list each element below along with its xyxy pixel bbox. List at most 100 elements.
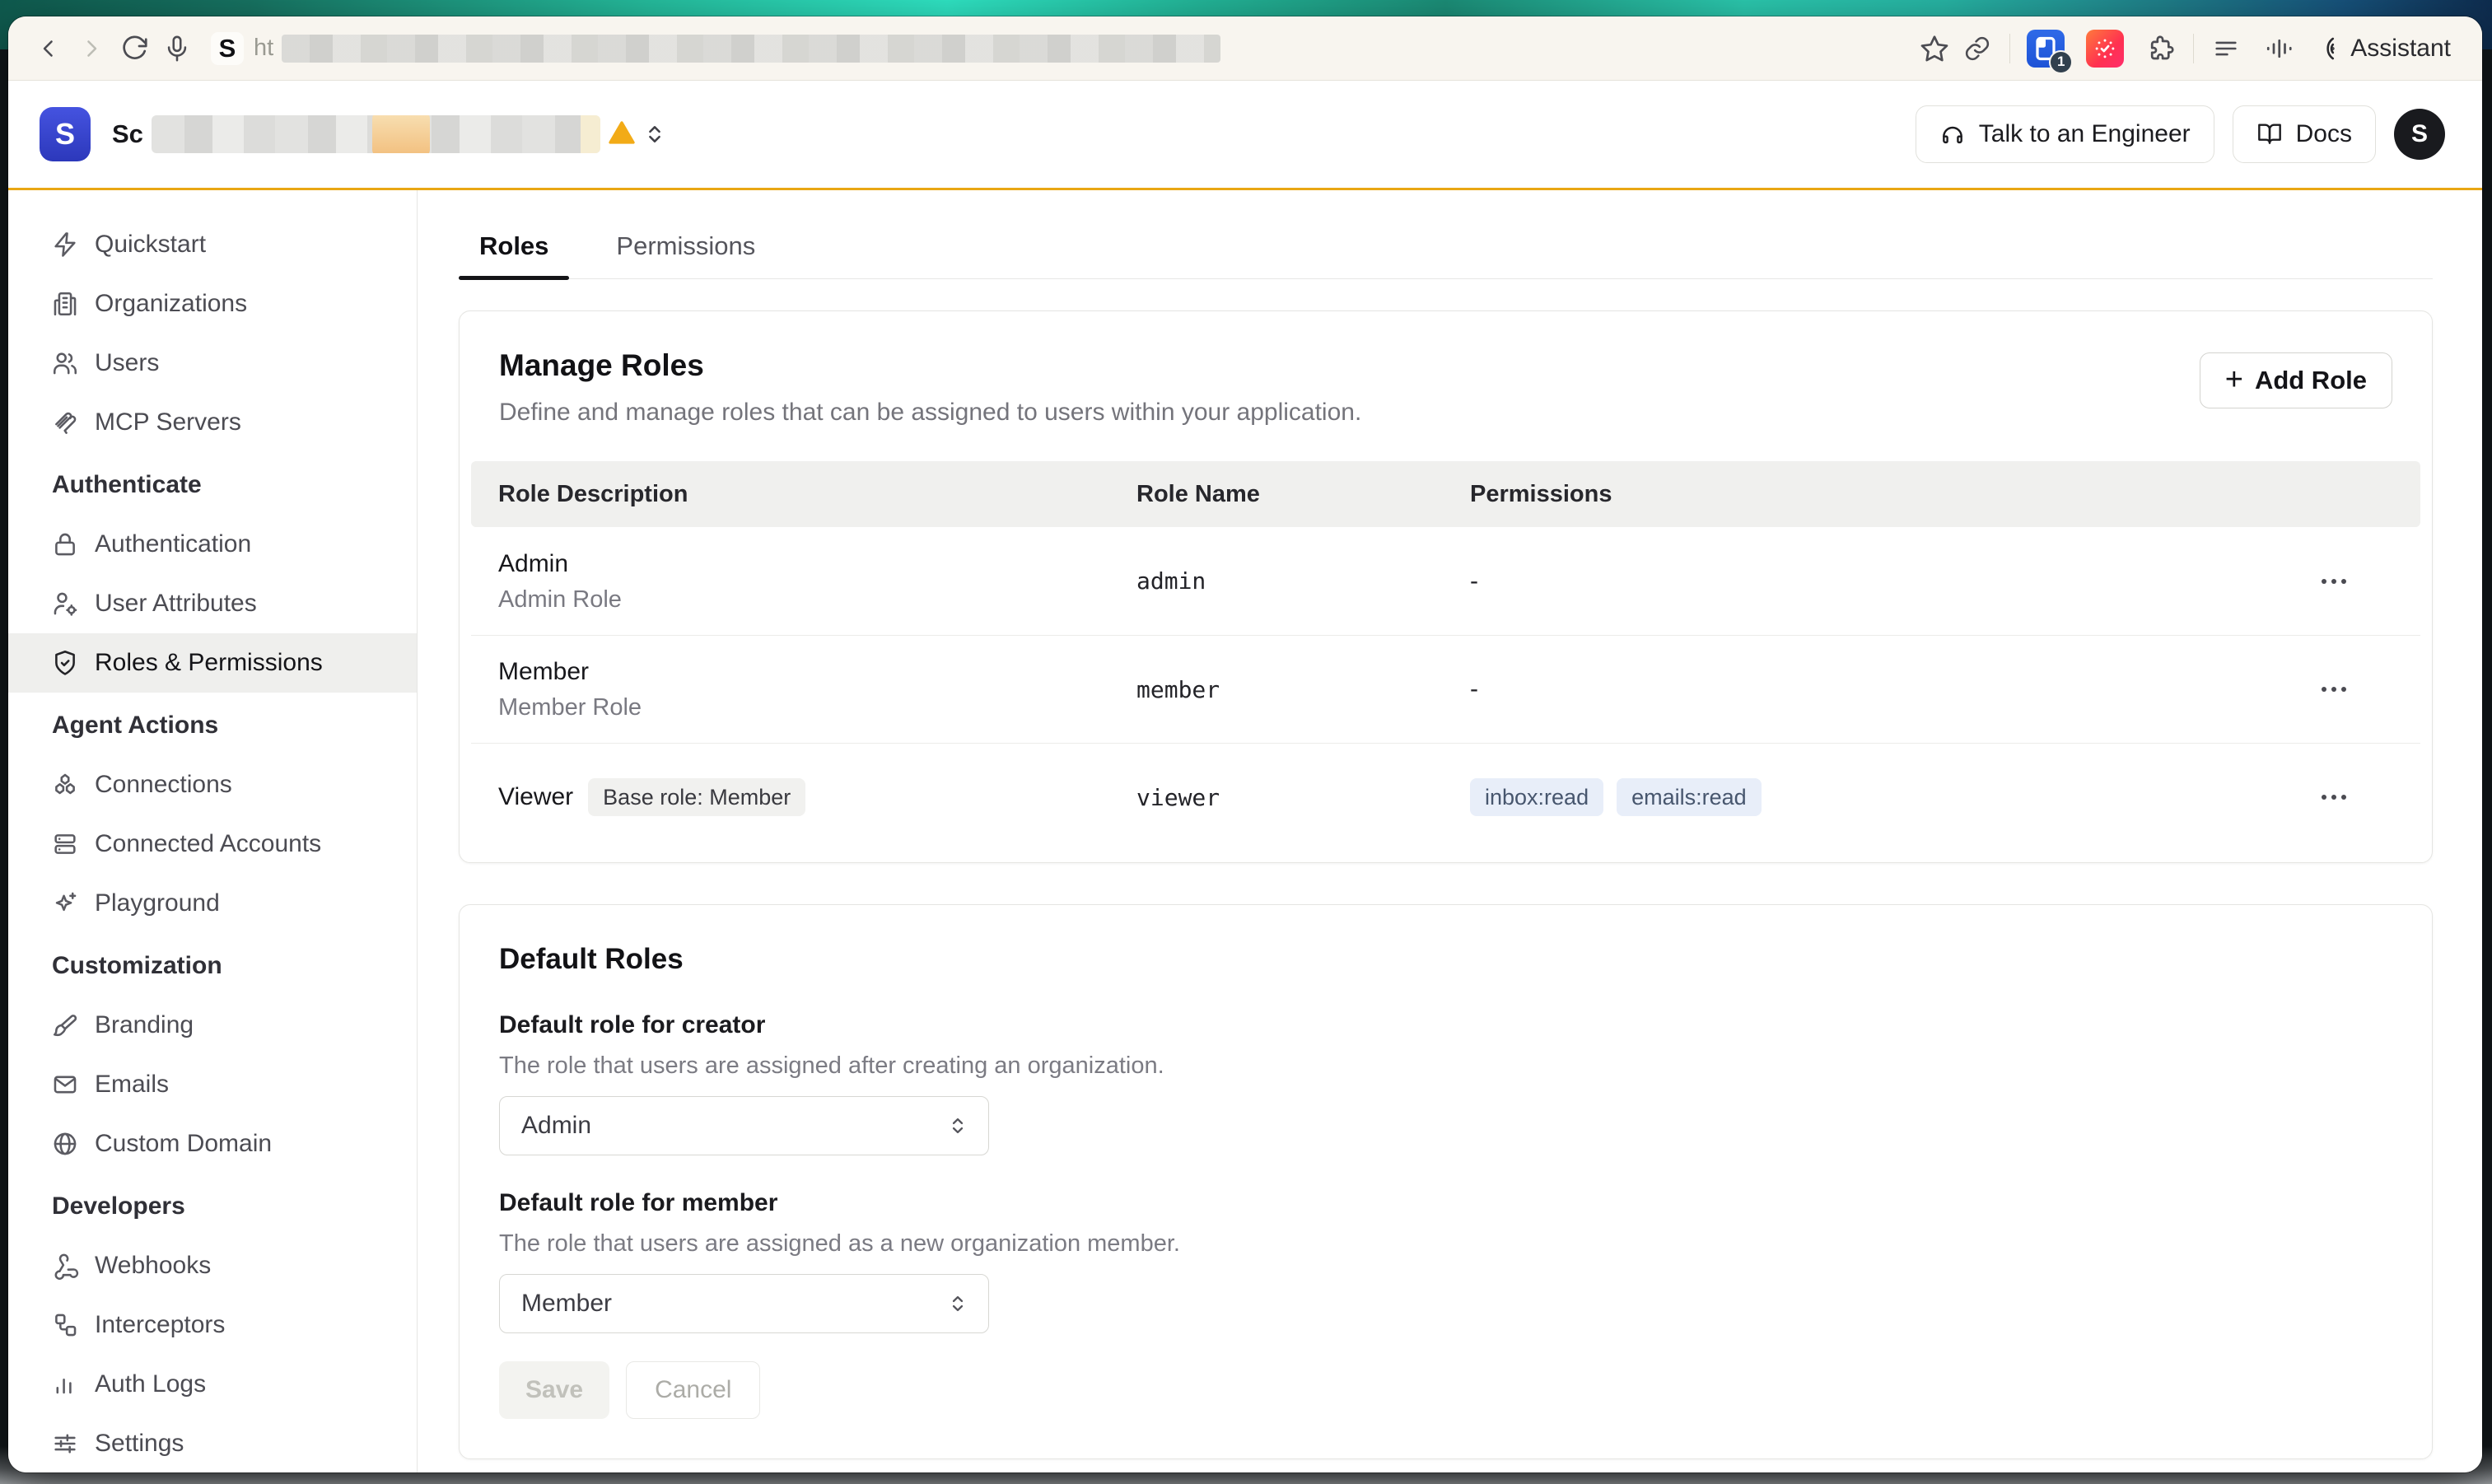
plus-icon: +	[2225, 364, 2243, 395]
building-icon	[51, 290, 79, 318]
sidebar-item-custom-domain[interactable]: Custom Domain	[8, 1114, 417, 1174]
member-label: Default role for member	[499, 1187, 2392, 1220]
workspace-switcher[interactable]: Sc	[112, 115, 666, 153]
sidebar-item-label: Custom Domain	[95, 1130, 272, 1158]
assistant-ear-icon	[2312, 35, 2340, 63]
member-role-value: Member	[521, 1290, 612, 1318]
table-row-member: Member Member Role member -	[471, 635, 2420, 743]
save-button[interactable]: Save	[499, 1361, 609, 1419]
sidebar-item-label: Playground	[95, 889, 220, 917]
sparkle-icon	[51, 889, 79, 917]
bar-chart-icon	[51, 1370, 79, 1398]
browser-window: S ht 1	[8, 16, 2482, 1472]
sidebar-item-auth-logs[interactable]: Auth Logs	[8, 1355, 417, 1414]
cancel-button[interactable]: Cancel	[626, 1361, 760, 1419]
workspace-name: Sc	[112, 119, 143, 149]
default-role-creator-field: Default role for creator The role that u…	[499, 1009, 2392, 1155]
default-roles-title: Default Roles	[499, 941, 2392, 978]
talk-to-engineer-label: Talk to an Engineer	[1979, 120, 2191, 148]
sidebar-item-interceptors[interactable]: Interceptors	[8, 1295, 417, 1355]
sidebar-item-organizations[interactable]: Organizations	[8, 274, 417, 334]
mcp-icon	[51, 408, 79, 436]
permission-badge: inbox:read	[1470, 778, 1603, 816]
headphones-icon	[1939, 121, 1966, 147]
sidebar-item-label: MCP Servers	[95, 408, 241, 436]
copy-link-icon[interactable]	[1962, 33, 1993, 64]
sidebar-item-mcp-servers[interactable]: MCP Servers	[8, 393, 417, 452]
sidebar-item-quickstart[interactable]: Quickstart	[8, 215, 417, 274]
sidebar-item-label: Quickstart	[95, 231, 206, 259]
sidebar-item-branding[interactable]: Branding	[8, 996, 417, 1055]
sidebar-item-users[interactable]: Users	[8, 334, 417, 393]
forward-icon[interactable]	[76, 33, 107, 64]
permissions-empty: -	[1470, 567, 2322, 595]
microphone-icon[interactable]	[161, 33, 193, 64]
tab-permissions[interactable]: Permissions	[595, 213, 776, 278]
app-logo: S	[40, 107, 91, 161]
extensions-puzzle-icon[interactable]	[2145, 33, 2177, 64]
sidebar-item-playground[interactable]: Playground	[8, 874, 417, 933]
reader-view-icon[interactable]	[2210, 33, 2242, 64]
permissions-empty: -	[1470, 675, 2322, 703]
creator-label: Default role for creator	[499, 1009, 2392, 1042]
chevron-updown-icon	[643, 123, 666, 146]
users-icon	[51, 349, 79, 377]
column-role-description: Role Description	[471, 481, 1136, 508]
role-slug: member	[1136, 676, 1470, 703]
launcher-extension-icon[interactable]	[2086, 30, 2124, 68]
row-menu-button[interactable]	[2322, 687, 2429, 692]
voice-equalizer-icon[interactable]	[2263, 33, 2294, 64]
mail-icon	[51, 1071, 79, 1099]
password-extension-icon[interactable]: 1	[2027, 30, 2065, 68]
webhook-icon	[51, 1252, 79, 1280]
creator-role-select[interactable]: Admin	[499, 1096, 989, 1155]
base-role-badge: Base role: Member	[588, 778, 805, 816]
server-stack-icon	[51, 830, 79, 858]
sidebar-item-connections[interactable]: Connections	[8, 755, 417, 814]
sidebar-item-connected-accounts[interactable]: Connected Accounts	[8, 814, 417, 874]
creator-description: The role that users are assigned after c…	[499, 1050, 2392, 1081]
sidebar-item-authentication[interactable]: Authentication	[8, 515, 417, 574]
back-icon[interactable]	[33, 33, 64, 64]
sidebar-item-roles-permissions[interactable]: Roles & Permissions	[8, 633, 417, 693]
url-text[interactable]: ht	[254, 35, 273, 62]
row-menu-button[interactable]	[2322, 579, 2429, 584]
default-roles-card: Default Roles Default role for creator T…	[459, 904, 2433, 1459]
reload-icon[interactable]	[119, 33, 150, 64]
member-description: The role that users are assigned as a ne…	[499, 1228, 2392, 1259]
tabs: Roles Permissions	[459, 213, 2433, 279]
role-slug: admin	[1136, 567, 1470, 595]
sidebar-item-label: Branding	[95, 1011, 194, 1039]
member-role-select[interactable]: Member	[499, 1274, 989, 1333]
roles-table-header: Role Description Role Name Permissions	[471, 461, 2420, 527]
sidebar-item-webhooks[interactable]: Webhooks	[8, 1236, 417, 1295]
bookmark-star-icon[interactable]	[1919, 33, 1950, 64]
role-name-text: Viewer	[498, 779, 573, 815]
table-row-admin: Admin Admin Role admin -	[471, 527, 2420, 635]
roles-table: Role Description Role Name Permissions A…	[471, 461, 2420, 851]
sidebar-item-settings[interactable]: Settings	[8, 1414, 417, 1472]
sliders-icon	[51, 1430, 79, 1458]
default-role-member-field: Default role for member The role that us…	[499, 1187, 2392, 1333]
sidebar-section-agent-actions: Agent Actions	[8, 696, 417, 755]
add-role-button[interactable]: + Add Role	[2200, 352, 2392, 408]
browser-toolbar: S ht 1	[8, 16, 2482, 81]
tab-roles[interactable]: Roles	[459, 213, 569, 278]
assistant-button[interactable]: Assistant	[2312, 35, 2451, 63]
workspace-name-redacted	[152, 115, 600, 153]
sidebar-item-emails[interactable]: Emails	[8, 1055, 417, 1114]
manage-roles-title: Manage Roles	[499, 348, 1361, 384]
paintbrush-icon	[51, 1011, 79, 1039]
url-redacted[interactable]	[282, 35, 1220, 63]
talk-to-engineer-button[interactable]: Talk to an Engineer	[1916, 105, 2214, 163]
sidebar-item-label: Authentication	[95, 530, 251, 558]
docs-button[interactable]: Docs	[2233, 105, 2376, 163]
sidebar-item-user-attributes[interactable]: User Attributes	[8, 574, 417, 633]
shield-check-icon	[51, 649, 79, 677]
globe-icon	[51, 1130, 79, 1158]
sidebar-item-label: Organizations	[95, 290, 247, 318]
role-name-text: Admin	[498, 546, 1136, 582]
row-menu-button[interactable]	[2322, 795, 2429, 800]
column-role-name: Role Name	[1136, 481, 1470, 508]
user-avatar[interactable]: S	[2394, 109, 2445, 160]
